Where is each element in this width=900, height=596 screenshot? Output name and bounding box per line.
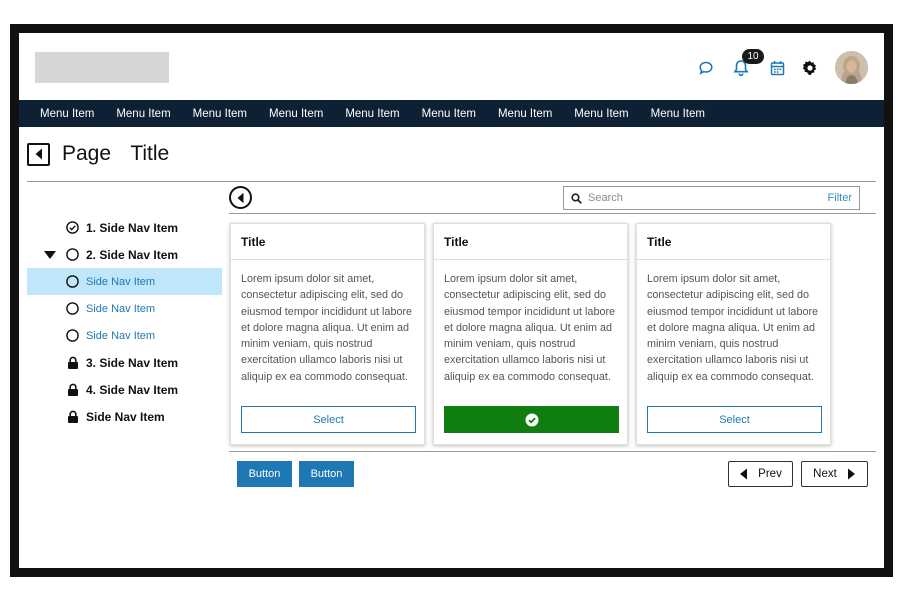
filter-link[interactable]: Filter [828, 192, 852, 204]
device-frame: 10 Menu Item Menu Item Menu Item Menu It… [10, 24, 893, 577]
lock-icon [66, 410, 79, 423]
lock-icon [66, 356, 79, 369]
option-card: Title Lorem ipsum dolor sit amet, consec… [230, 223, 425, 445]
primary-button-1[interactable]: Button [237, 461, 292, 487]
gear-icon[interactable] [801, 59, 819, 77]
empty-circle-icon [66, 275, 79, 288]
empty-circle-icon [66, 302, 79, 315]
option-card-selected: Title Lorem ipsum dolor sit amet, consec… [433, 223, 628, 445]
caret-right-icon [847, 468, 855, 480]
search-icon [571, 192, 582, 204]
primary-button-2[interactable]: Button [299, 461, 354, 487]
card-title: Title [637, 224, 830, 260]
chat-bubble-icon[interactable] [697, 59, 715, 77]
user-avatar[interactable] [835, 51, 868, 84]
side-nav-label: Side Nav Item [86, 409, 165, 424]
menu-item[interactable]: Menu Item [422, 108, 476, 120]
side-nav-subitem[interactable]: Side Nav Item [27, 322, 222, 349]
side-nav-item-5[interactable]: Side Nav Item [27, 403, 222, 430]
side-nav-item-4[interactable]: 4. Side Nav Item [27, 376, 222, 403]
caret-left-icon [35, 148, 42, 160]
menu-item[interactable]: Menu Item [193, 108, 247, 120]
card-title: Title [434, 224, 627, 260]
page-title: Page Title [62, 142, 170, 165]
side-nav-item-2[interactable]: 2. Side Nav Item [27, 241, 222, 268]
page-title-row: Page Title [27, 141, 169, 167]
prev-button[interactable]: Prev [728, 461, 793, 487]
lock-icon [66, 383, 79, 396]
side-nav-subitem-selected[interactable]: Side Nav Item [27, 268, 222, 295]
calendar-icon[interactable] [768, 59, 786, 77]
card-body: Lorem ipsum dolor sit amet, consectetur … [647, 273, 819, 383]
card-title: Title [231, 224, 424, 260]
empty-circle-icon [66, 248, 79, 261]
check-circle-icon [66, 221, 79, 234]
menu-item[interactable]: Menu Item [116, 108, 170, 120]
option-card: Title Lorem ipsum dolor sit amet, consec… [636, 223, 831, 445]
expand-caret-icon[interactable] [44, 251, 56, 259]
side-nav-item-3[interactable]: 3. Side Nav Item [27, 349, 222, 376]
empty-circle-icon [66, 329, 79, 342]
logo-placeholder [35, 52, 169, 83]
notification-count-badge: 10 [742, 49, 764, 64]
caret-left-icon [237, 192, 243, 203]
divider [229, 213, 876, 214]
side-nav-item-1[interactable]: 1. Side Nav Item [27, 214, 222, 241]
menu-item[interactable]: Menu Item [345, 108, 399, 120]
side-nav-label: Side Nav Item [86, 329, 156, 342]
menu-item[interactable]: Menu Item [498, 108, 552, 120]
divider [229, 451, 876, 452]
card-body: Lorem ipsum dolor sit amet, consectetur … [241, 273, 413, 383]
selected-button[interactable] [444, 406, 619, 433]
side-nav-label: Side Nav Item [86, 275, 156, 288]
side-nav-label: 3. Side Nav Item [86, 355, 179, 370]
side-nav-label: 4. Side Nav Item [86, 382, 179, 397]
side-nav: 1. Side Nav Item 2. Side Nav Item Side N… [27, 214, 222, 430]
side-nav-label: Side Nav Item [86, 302, 156, 315]
next-label: Next [813, 468, 837, 480]
select-button[interactable]: Select [647, 406, 822, 433]
menu-item[interactable]: Menu Item [651, 108, 705, 120]
search-bar: Filter [563, 186, 860, 210]
menu-item[interactable]: Menu Item [574, 108, 628, 120]
side-nav-label: 1. Side Nav Item [86, 220, 179, 235]
menu-item[interactable]: Menu Item [40, 108, 94, 120]
select-button[interactable]: Select [241, 406, 416, 433]
caret-left-icon [740, 468, 748, 480]
search-input[interactable] [588, 192, 828, 204]
side-nav-label: 2. Side Nav Item [86, 247, 179, 262]
next-button[interactable]: Next [801, 461, 868, 487]
back-button[interactable] [27, 142, 50, 166]
main-menu-bar: Menu Item Menu Item Menu Item Menu Item … [19, 100, 884, 127]
side-nav-subitem[interactable]: Side Nav Item [27, 295, 222, 322]
menu-item[interactable]: Menu Item [269, 108, 323, 120]
prev-label: Prev [758, 468, 782, 480]
app-screen: 10 Menu Item Menu Item Menu Item Menu It… [19, 33, 884, 568]
divider [27, 181, 876, 182]
card-body: Lorem ipsum dolor sit amet, consectetur … [444, 273, 616, 383]
collapse-nav-button[interactable] [229, 186, 252, 209]
check-circle-icon [525, 413, 538, 426]
